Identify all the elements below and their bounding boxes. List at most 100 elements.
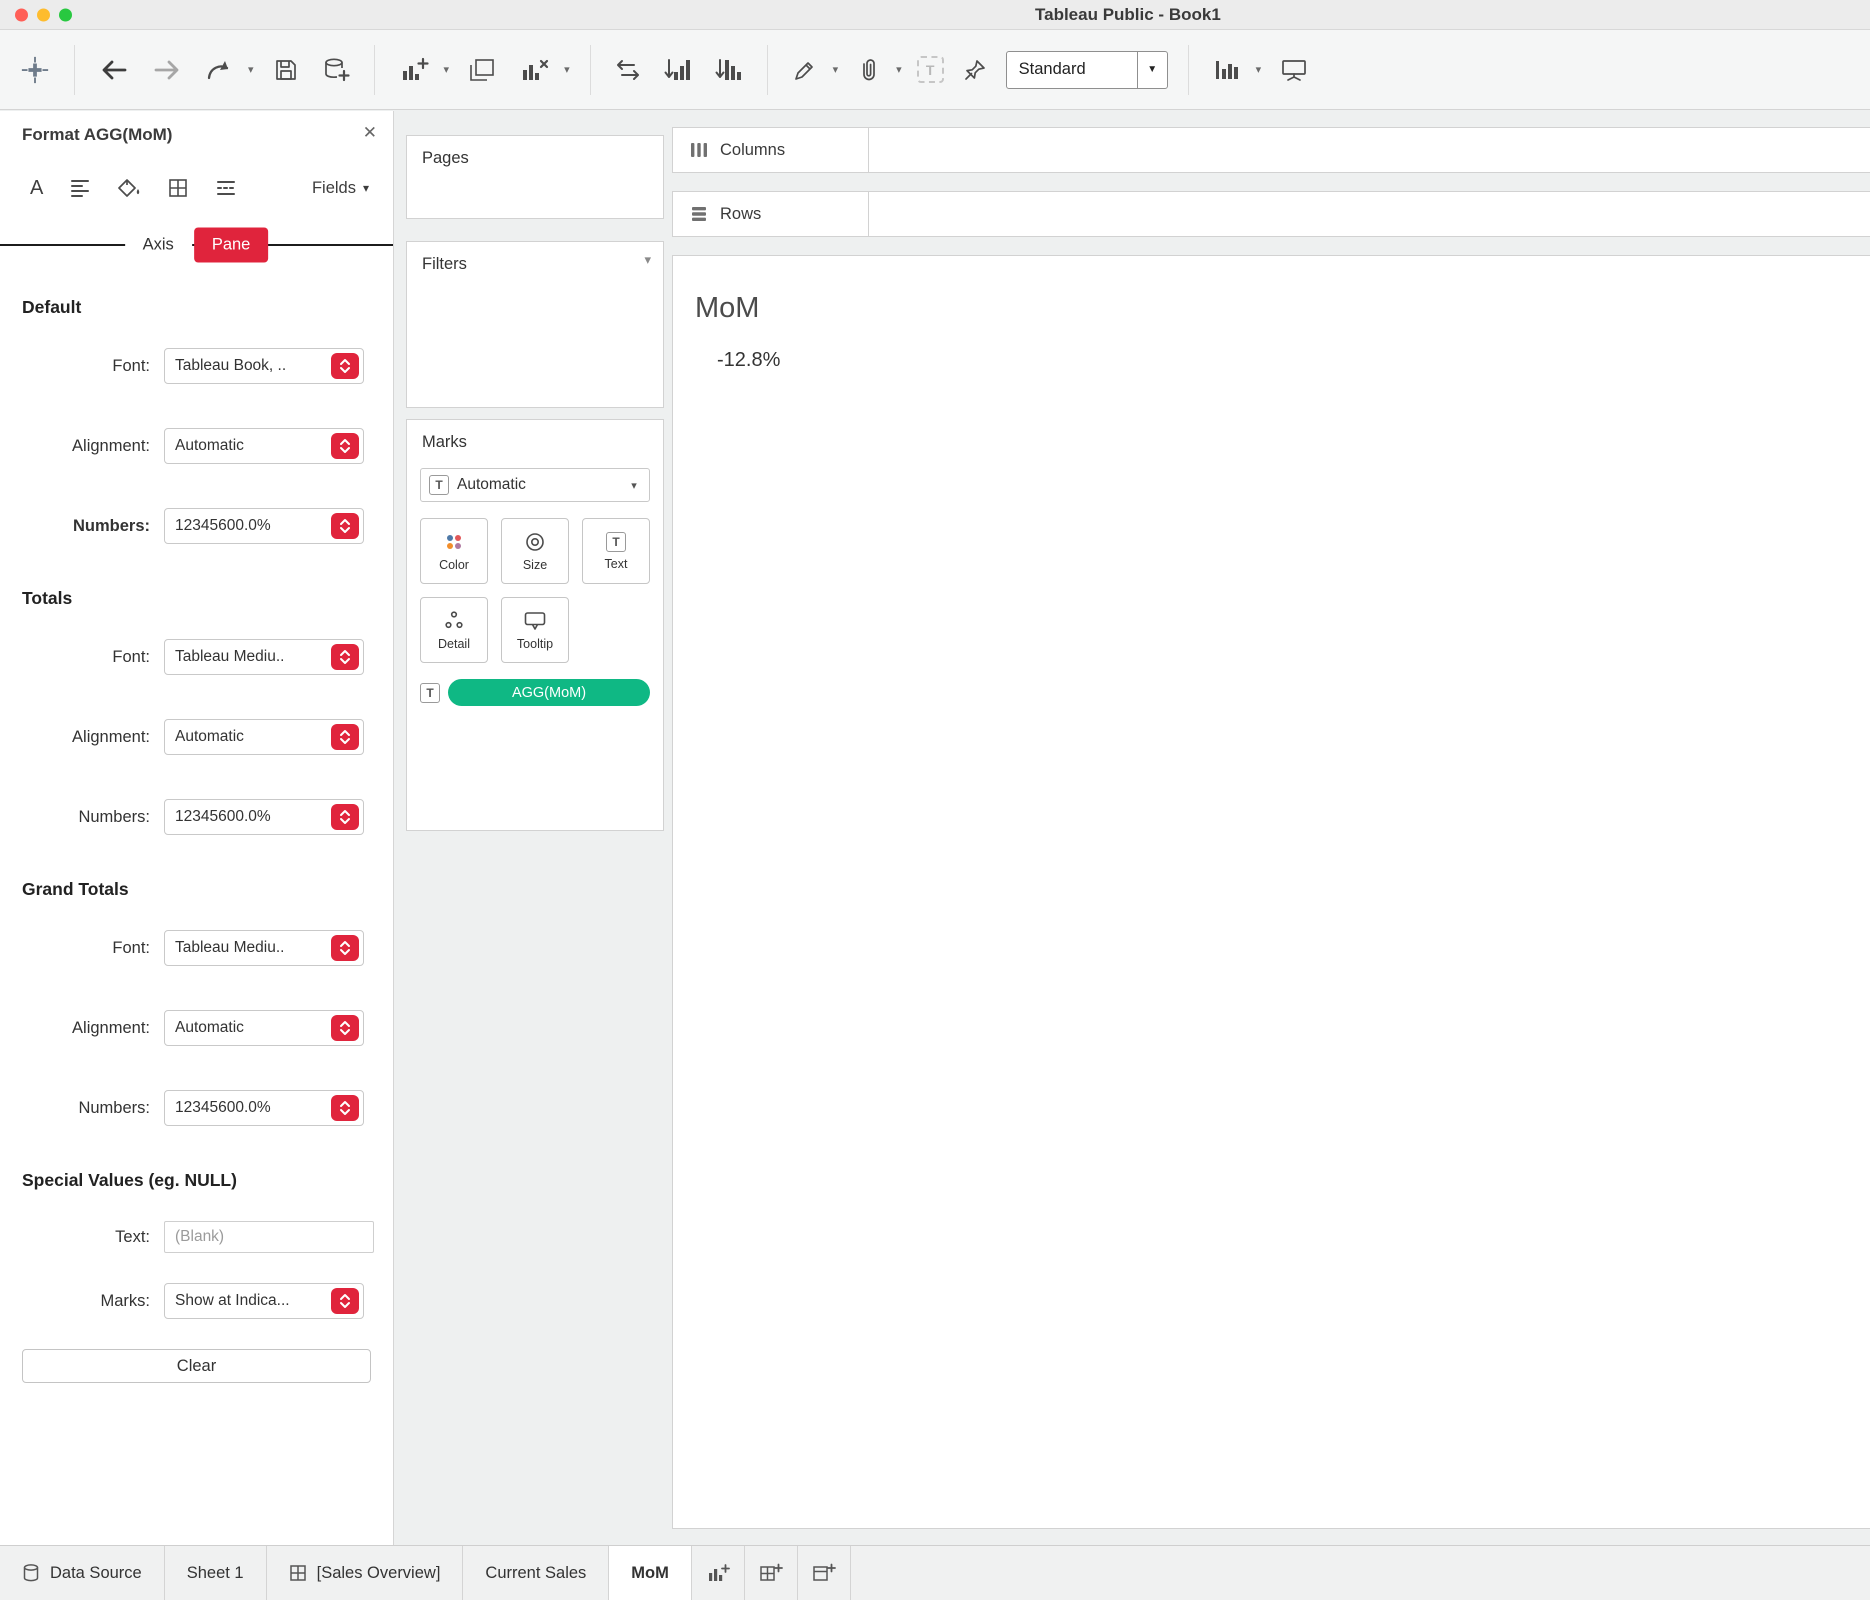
tab-current-sales[interactable]: Current Sales <box>463 1546 610 1600</box>
format-category-icons: A Fields ▾ <box>0 157 393 219</box>
agg-mom-pill[interactable]: AGG(MoM) <box>448 679 650 706</box>
main-area: Format AGG(MoM) ✕ A Fields ▾ Axis Pane D… <box>0 111 1870 1545</box>
show-mark-labels-button[interactable]: T <box>916 56 944 83</box>
minimize-window-button[interactable] <box>37 8 50 21</box>
tableau-logo-icon[interactable] <box>16 51 54 89</box>
replay-button[interactable] <box>201 54 237 86</box>
text-button[interactable]: T Text <box>582 518 650 584</box>
fields-dropdown[interactable]: Fields ▾ <box>312 179 369 198</box>
close-icon[interactable]: ✕ <box>363 123 377 143</box>
special-marks-dropdown[interactable]: Show at Indica... <box>164 1283 364 1319</box>
totals-numbers-dropdown[interactable]: 12345600.0% <box>164 799 364 835</box>
special-text-input[interactable] <box>164 1221 374 1253</box>
color-button[interactable]: Color <box>420 518 488 584</box>
clear-sheet-button[interactable] <box>515 53 553 87</box>
swap-axes-button[interactable] <box>611 53 645 87</box>
undo-button[interactable] <box>95 53 133 87</box>
totals-font-dropdown[interactable]: Tableau Mediu.. <box>164 639 364 675</box>
stepper-icon[interactable] <box>331 1288 359 1314</box>
chevron-down-icon[interactable]: ▾ <box>564 63 570 76</box>
chevron-down-icon[interactable]: ▾ <box>896 63 902 76</box>
tab-axis[interactable]: Axis <box>124 227 192 263</box>
tab-pane[interactable]: Pane <box>193 227 269 263</box>
new-worksheet-tab-button[interactable] <box>692 1546 745 1600</box>
clear-button[interactable]: Clear <box>22 1349 371 1383</box>
zoom-window-button[interactable] <box>59 8 72 21</box>
stepper-icon[interactable] <box>331 1095 359 1121</box>
group-members-button[interactable] <box>853 53 885 87</box>
stepper-icon[interactable] <box>331 513 359 539</box>
close-window-button[interactable] <box>15 8 28 21</box>
fit-selector[interactable]: Standard ▼ <box>1005 50 1168 89</box>
columns-icon <box>689 141 709 159</box>
chevron-down-icon[interactable]: ▾ <box>644 252 651 268</box>
default-numbers-dropdown[interactable]: 12345600.0% <box>164 508 364 544</box>
duplicate-sheet-button[interactable] <box>464 53 500 87</box>
chevron-down-icon[interactable]: ▾ <box>444 63 450 76</box>
font-format-icon[interactable]: A <box>30 177 43 200</box>
default-numbers-label: Numbers: <box>72 516 150 535</box>
chevron-down-icon[interactable]: ▾ <box>1256 63 1262 76</box>
fix-axes-button[interactable] <box>959 54 991 86</box>
filters-card[interactable]: Filters ▾ <box>406 241 664 408</box>
stepper-icon[interactable] <box>331 353 359 379</box>
save-button[interactable] <box>269 53 303 87</box>
sort-ascending-button[interactable] <box>660 53 696 87</box>
detail-button[interactable]: Detail <box>420 597 488 663</box>
color-icon <box>443 531 465 553</box>
mark-type-selector[interactable]: T Automatic ▾ <box>420 468 650 502</box>
alignment-format-icon[interactable] <box>69 178 91 198</box>
tooltip-button[interactable]: Tooltip <box>501 597 569 663</box>
worksheet-view[interactable]: MoM -12.8% <box>672 255 1870 1529</box>
default-font-dropdown[interactable]: Tableau Book, .. <box>164 348 364 384</box>
sheet-tab-bar: Data Source Sheet 1 [Sales Overview] Cur… <box>0 1545 1870 1600</box>
stepper-icon[interactable] <box>331 1015 359 1041</box>
grand-totals-numbers-dropdown[interactable]: 12345600.0% <box>164 1090 364 1126</box>
stepper-icon[interactable] <box>331 935 359 961</box>
new-worksheet-button[interactable] <box>395 52 433 88</box>
stepper-icon[interactable] <box>331 724 359 750</box>
chevron-down-icon[interactable]: ▾ <box>833 63 839 76</box>
section-heading-grand-totals: Grand Totals <box>22 879 129 899</box>
tab-mom-label: MoM <box>631 1563 669 1582</box>
stepper-icon[interactable] <box>331 804 359 830</box>
fields-label: Fields <box>311 178 356 197</box>
filters-card-title: Filters <box>422 255 467 273</box>
columns-shelf-area[interactable] <box>869 128 1870 172</box>
grand-totals-alignment-label: Alignment: <box>72 1018 150 1037</box>
toolbar-separator <box>589 44 591 95</box>
new-dashboard-tab-button[interactable] <box>745 1546 798 1600</box>
stepper-icon[interactable] <box>331 433 359 459</box>
presentation-mode-button[interactable] <box>1276 53 1312 87</box>
chevron-down-icon[interactable]: ▼ <box>1136 51 1167 88</box>
size-button[interactable]: Size <box>501 518 569 584</box>
section-grand-totals: Grand Totals Font: Tableau Mediu.. Align… <box>22 879 371 1126</box>
grand-totals-font-dropdown[interactable]: Tableau Mediu.. <box>164 930 364 966</box>
chevron-down-icon[interactable]: ▾ <box>248 63 254 76</box>
redo-button[interactable] <box>148 53 186 87</box>
cards-column: Pages Filters ▾ Marks T Automatic ▾ Colo… <box>406 111 664 1545</box>
borders-format-icon[interactable] <box>167 177 189 199</box>
canvas-area: Columns Rows MoM -12.8% <box>672 111 1870 1545</box>
tab-data-source[interactable]: Data Source <box>0 1546 165 1600</box>
tab-sales-overview[interactable]: [Sales Overview] <box>267 1546 464 1600</box>
stepper-icon[interactable] <box>331 644 359 670</box>
default-alignment-dropdown[interactable]: Automatic <box>164 428 364 464</box>
grand-totals-alignment-dropdown[interactable]: Automatic <box>164 1010 364 1046</box>
marks-pill-row: T AGG(MoM) <box>420 679 650 706</box>
shading-format-icon[interactable] <box>117 177 141 199</box>
new-datasource-button[interactable] <box>318 52 354 88</box>
sort-descending-button[interactable] <box>711 53 747 87</box>
show-cards-button[interactable] <box>1209 53 1245 87</box>
default-font-row: Font: Tableau Book, .. <box>22 348 371 384</box>
lines-format-icon[interactable] <box>215 178 237 198</box>
tab-mom[interactable]: MoM <box>609 1546 692 1600</box>
chevron-down-icon[interactable]: ▾ <box>619 469 649 501</box>
tab-sheet1[interactable]: Sheet 1 <box>165 1546 267 1600</box>
pages-card[interactable]: Pages <box>406 135 664 219</box>
rows-shelf-area[interactable] <box>869 192 1870 236</box>
new-story-tab-button[interactable] <box>798 1546 851 1600</box>
totals-font-label: Font: <box>112 647 150 666</box>
highlight-button[interactable] <box>788 53 822 87</box>
totals-alignment-dropdown[interactable]: Automatic <box>164 719 364 755</box>
